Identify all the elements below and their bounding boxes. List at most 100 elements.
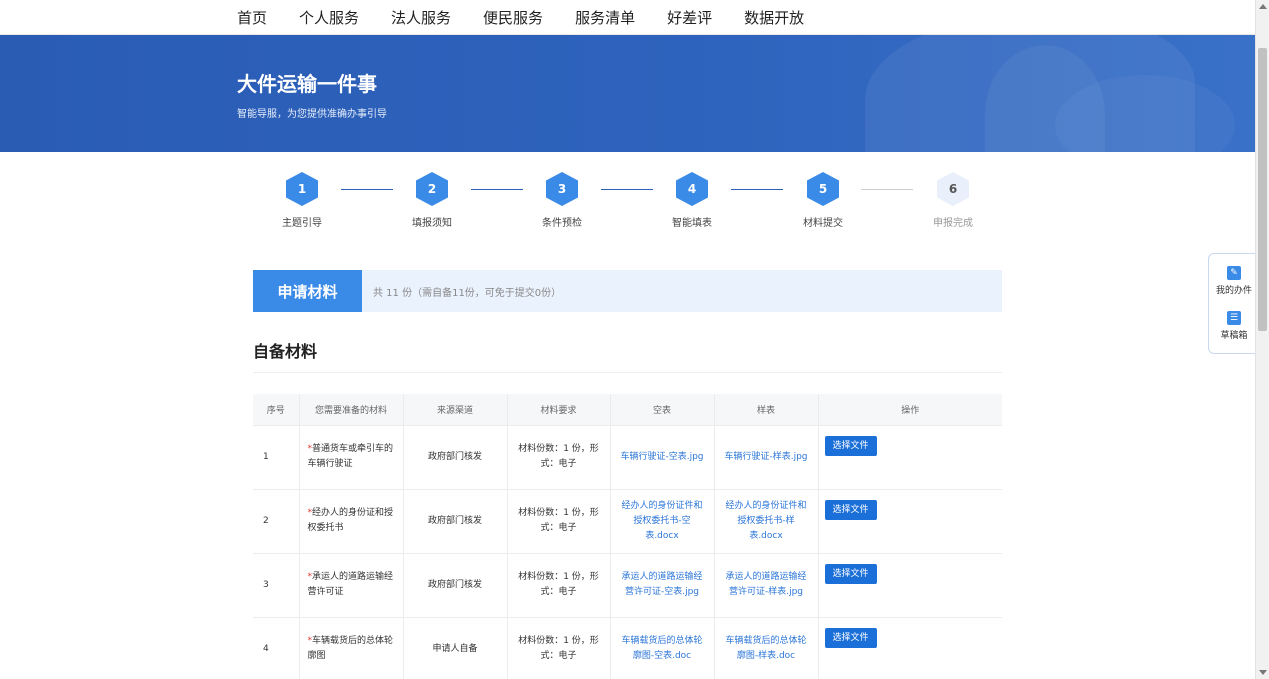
blank-form-link[interactable]: 承运人的道路运输经营许可证-空表.jpg (621, 572, 702, 597)
table-row: 2 *经办人的身份证和授权委托书 政府部门核发 材料份数：1 份，形式：电子 经… (253, 489, 1002, 554)
step-connector (861, 189, 913, 190)
sample-form-link[interactable]: 经办人的身份证件和授权委托书-样表.docx (725, 501, 806, 541)
divider (253, 372, 1002, 373)
material-name: *普通货车或牵引车的车辆行驶证 (299, 425, 404, 490)
col-header-action: 操作 (818, 394, 1002, 426)
blank-form-link[interactable]: 车辆载货后的总体轮廓图-空表.doc (621, 636, 702, 661)
step-6: 6 申报完成 (921, 172, 985, 229)
blank-form-link[interactable]: 经办人的身份证件和授权委托书-空表.docx (621, 501, 702, 541)
action-cell: 选择文件 (818, 553, 1002, 618)
materials-summary: 共 11 份（需自备11份，可免于提交0份） (373, 287, 562, 299)
my-affairs-label: 我的办件 (1215, 286, 1252, 296)
blank-form-cell: 经办人的身份证件和授权委托书-空表.docx (610, 489, 715, 554)
top-nav: 首页 个人服务 法人服务 便民服务 服务清单 好差评 数据开放 (0, 0, 1255, 35)
self-prepared-title: 自备材料 (253, 342, 318, 361)
nav-item-convenience-services[interactable]: 便民服务 (483, 7, 543, 28)
action-cell: 选择文件 (818, 617, 1002, 679)
sample-form-link[interactable]: 车辆行驶证-样表.jpg (724, 452, 807, 462)
drafts-button[interactable]: ☰ 草稿箱 (1209, 311, 1259, 341)
material-source: 申请人自备 (403, 617, 508, 679)
step-connector (471, 189, 523, 190)
step-connector (601, 189, 653, 190)
blank-form-cell: 车辆载货后的总体轮廓图-空表.doc (610, 617, 715, 679)
col-header-source: 来源渠道 (403, 394, 508, 426)
banner-subtitle: 智能导服，为您提供准确办事引导 (237, 109, 387, 120)
my-affairs-button[interactable]: ✎ 我的办件 (1209, 266, 1259, 296)
sample-form-link[interactable]: 承运人的道路运输经营许可证-样表.jpg (725, 572, 806, 597)
step-1: 1 主题引导 (270, 172, 334, 229)
sample-form-cell: 车辆行驶证-样表.jpg (714, 425, 819, 490)
sample-form-link[interactable]: 车辆载货后的总体轮廓图-样表.doc (725, 636, 806, 661)
material-source: 政府部门核发 (403, 425, 508, 490)
nav-item-personal-services[interactable]: 个人服务 (299, 7, 359, 28)
material-requirement: 材料份数：1 份，形式：电子 (507, 553, 611, 618)
step-2: 2 填报须知 (400, 172, 464, 229)
material-name: *承运人的道路运输经营许可证 (299, 553, 404, 618)
action-cell: 选择文件 (818, 425, 1002, 490)
nav-item-home[interactable]: 首页 (237, 7, 267, 28)
step-number: 6 (937, 172, 969, 206)
step-connector (341, 189, 393, 190)
scrollbar-thumb[interactable] (1258, 48, 1267, 331)
scroll-up-icon[interactable] (1259, 4, 1267, 9)
tab-application-materials[interactable]: 申请材料 (253, 270, 362, 312)
material-requirement: 材料份数：1 份，形式：电子 (507, 489, 611, 554)
table-row: 1 *普通货车或牵引车的车辆行驶证 政府部门核发 材料份数：1 份，形式：电子 … (253, 425, 1002, 490)
banner: 大件运输一件事 智能导服，为您提供准确办事引导 (0, 35, 1255, 152)
step-label: 填报须知 (412, 218, 452, 229)
col-header-sample-form: 样表 (714, 394, 819, 426)
table-row: 3 *承运人的道路运输经营许可证 政府部门核发 材料份数：1 份，形式：电子 承… (253, 553, 1002, 618)
nav-item-service-list[interactable]: 服务清单 (575, 7, 635, 28)
step-label: 申报完成 (933, 218, 973, 229)
material-name-text: 承运人的道路运输经营许可证 (307, 572, 394, 597)
banner-title: 大件运输一件事 (237, 72, 377, 96)
floating-toolbox: ✎ 我的办件 ☰ 草稿箱 (1208, 253, 1258, 354)
step-number: 1 (286, 172, 318, 206)
material-name: *车辆载货后的总体轮廓图 (299, 617, 404, 679)
materials-table: 序号 您需要准备的材料 来源渠道 材料要求 空表 样表 操作 1 *普通货车或牵… (253, 394, 1002, 679)
material-requirement: 材料份数：1 份，形式：电子 (507, 617, 611, 679)
edit-document-icon: ✎ (1227, 266, 1241, 280)
sample-form-cell: 经办人的身份证件和授权委托书-样表.docx (714, 489, 819, 554)
sample-form-cell: 承运人的道路运输经营许可证-样表.jpg (714, 553, 819, 618)
sample-form-cell: 车辆载货后的总体轮廓图-样表.doc (714, 617, 819, 679)
row-number: 2 (253, 489, 300, 554)
select-file-button[interactable]: 选择文件 (824, 499, 877, 520)
nav-items: 首页 个人服务 法人服务 便民服务 服务清单 好差评 数据开放 (237, 0, 836, 35)
progress-stepper: 1 主题引导 2 填报须知 3 条件预检 4 智能填表 5 材料提交 6 申报完… (270, 172, 990, 232)
col-header-material: 您需要准备的材料 (299, 394, 404, 426)
step-3: 3 条件预检 (530, 172, 594, 229)
scroll-down-icon[interactable] (1259, 670, 1267, 675)
row-number: 1 (253, 425, 300, 490)
blank-form-cell: 承运人的道路运输经营许可证-空表.jpg (610, 553, 715, 618)
drafts-box-icon: ☰ (1227, 311, 1241, 325)
table-header-row: 序号 您需要准备的材料 来源渠道 材料要求 空表 样表 操作 (253, 394, 1002, 426)
select-file-button[interactable]: 选择文件 (824, 627, 877, 648)
step-4: 4 智能填表 (660, 172, 724, 229)
action-cell: 选择文件 (818, 489, 1002, 554)
step-number: 2 (416, 172, 448, 206)
col-header-no: 序号 (253, 394, 300, 426)
col-header-blank-form: 空表 (610, 394, 715, 426)
row-number: 4 (253, 617, 300, 679)
step-number: 3 (546, 172, 578, 206)
nav-item-open-data[interactable]: 数据开放 (744, 7, 804, 28)
nav-item-rating[interactable]: 好差评 (667, 7, 712, 28)
col-header-requirement: 材料要求 (507, 394, 611, 426)
step-label: 主题引导 (282, 218, 322, 229)
blank-form-link[interactable]: 车辆行驶证-空表.jpg (620, 452, 703, 462)
table-row: 4 *车辆载货后的总体轮廓图 申请人自备 材料份数：1 份，形式：电子 车辆载货… (253, 617, 1002, 679)
step-number: 5 (807, 172, 839, 206)
nav-item-legal-person-services[interactable]: 法人服务 (391, 7, 451, 28)
vertical-scrollbar[interactable] (1255, 0, 1269, 679)
select-file-button[interactable]: 选择文件 (824, 563, 877, 584)
material-source: 政府部门核发 (403, 489, 508, 554)
materials-header: 申请材料 共 11 份（需自备11份，可免于提交0份） (253, 270, 1002, 312)
step-label: 条件预检 (542, 218, 582, 229)
drafts-label: 草稿箱 (1220, 331, 1248, 341)
material-requirement: 材料份数：1 份，形式：电子 (507, 425, 611, 490)
select-file-button[interactable]: 选择文件 (824, 435, 877, 456)
step-connector (731, 189, 783, 190)
material-source: 政府部门核发 (403, 553, 508, 618)
step-number: 4 (676, 172, 708, 206)
